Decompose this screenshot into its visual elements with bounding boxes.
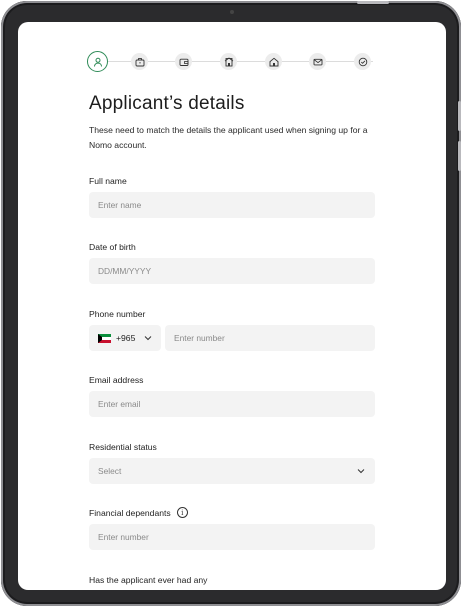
phone-label: Phone number: [89, 309, 146, 319]
full-name-label: Full name: [89, 176, 127, 186]
chevron-down-icon: [357, 469, 365, 474]
dob-input[interactable]: DD/MM/YYYY: [89, 258, 375, 284]
step-home[interactable]: [265, 53, 282, 70]
step-property[interactable]: [220, 53, 237, 70]
power-button: [357, 1, 389, 4]
country-code: +965: [116, 333, 136, 343]
financial-dependants-input[interactable]: Enter number: [89, 524, 375, 550]
briefcase-icon: [135, 57, 144, 66]
dob-label: Date of birth: [89, 242, 136, 252]
person-icon: [93, 57, 102, 67]
residential-status-label: Residential status: [89, 442, 157, 452]
kuwait-flag-icon: [98, 333, 111, 343]
check-circle-icon: [358, 57, 367, 66]
email-label: Email address: [89, 375, 144, 385]
country-code-select[interactable]: +965: [89, 325, 161, 351]
step-review[interactable]: [354, 53, 371, 70]
front-camera: [230, 10, 234, 14]
building-icon: [224, 56, 233, 66]
phone-number-input[interactable]: Enter number: [165, 325, 375, 351]
financial-dependants-label: Financial dependants i: [89, 507, 188, 518]
email-input[interactable]: Enter email: [89, 391, 375, 417]
page-description: These need to match the details the appl…: [89, 125, 368, 150]
page-title: Applicant’s details: [89, 93, 245, 114]
step-employment[interactable]: [131, 53, 148, 70]
info-icon[interactable]: i: [176, 507, 188, 518]
step-applicant[interactable]: [87, 51, 108, 72]
home-icon: [269, 57, 278, 66]
history-question-label: Has the applicant ever had any: [89, 575, 208, 585]
step-finances[interactable]: [175, 53, 192, 70]
chevron-down-icon: [145, 336, 152, 341]
screen: Applicant’s details These need to match …: [18, 22, 446, 590]
residential-status-select[interactable]: Select: [89, 458, 375, 484]
mail-icon: [313, 58, 322, 65]
volume-up-button: [458, 101, 461, 131]
volume-down-button: [458, 141, 461, 171]
tablet-frame: Applicant’s details These need to match …: [1, 1, 461, 606]
progress-stepper: [87, 51, 377, 73]
full-name-input[interactable]: Enter name: [89, 192, 375, 218]
wallet-icon: [179, 58, 188, 66]
step-contact[interactable]: [309, 53, 326, 70]
